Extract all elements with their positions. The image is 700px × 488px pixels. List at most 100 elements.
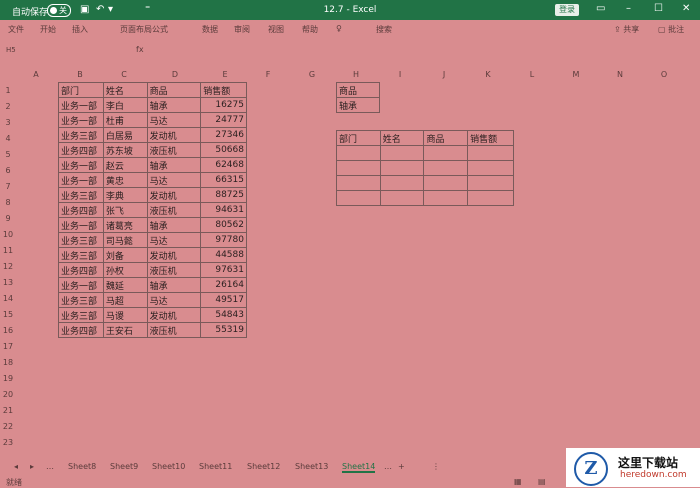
column-header-e[interactable]: E <box>205 70 245 79</box>
sheet-tab[interactable]: Sheet9 <box>110 462 138 471</box>
tab-formulas[interactable]: 公式 <box>152 24 168 35</box>
add-sheet-icon[interactable]: + <box>398 462 405 471</box>
result-cell[interactable] <box>379 145 425 161</box>
sales-cell[interactable]: 业务一部 <box>58 172 104 188</box>
sales-cell[interactable]: 魏延 <box>102 277 148 293</box>
tab-help[interactable]: 帮助 <box>302 24 318 35</box>
tab-data[interactable]: 数据 <box>202 24 218 35</box>
sales-cell[interactable]: 业务三部 <box>58 292 104 308</box>
row-header[interactable]: 11 <box>0 246 16 255</box>
page-layout-icon[interactable]: ▤ <box>538 477 546 486</box>
sheet-tab[interactable]: Sheet8 <box>68 462 96 471</box>
sales-header-cell[interactable]: 商品 <box>146 82 202 98</box>
row-header[interactable]: 23 <box>0 438 16 447</box>
sales-cell[interactable]: 轴承 <box>146 217 202 233</box>
sales-cell[interactable]: 赵云 <box>102 157 148 173</box>
row-header[interactable]: 12 <box>0 262 16 271</box>
sales-cell[interactable]: 张飞 <box>102 202 148 218</box>
sales-cell[interactable]: 马达 <box>146 112 202 128</box>
sales-cell[interactable]: 业务一部 <box>58 112 104 128</box>
more-sheets-icon[interactable]: … <box>384 462 392 471</box>
row-header[interactable]: 5 <box>0 150 16 159</box>
row-header[interactable]: 8 <box>0 198 16 207</box>
tab-page-layout[interactable]: 页面布局 <box>120 24 152 35</box>
row-header[interactable]: 7 <box>0 182 16 191</box>
sales-cell[interactable]: 发动机 <box>146 247 202 263</box>
row-header[interactable]: 4 <box>0 134 16 143</box>
row-header[interactable]: 21 <box>0 406 16 415</box>
row-header[interactable]: 17 <box>0 342 16 351</box>
sales-amount-cell[interactable]: 55319 <box>200 322 247 338</box>
sales-cell[interactable]: 发动机 <box>146 127 202 143</box>
sales-cell[interactable]: 李典 <box>102 187 148 203</box>
result-cell[interactable] <box>379 175 425 191</box>
sales-cell[interactable]: 刘备 <box>102 247 148 263</box>
column-header-m[interactable]: M <box>556 70 596 79</box>
tab-view[interactable]: 视图 <box>268 24 284 35</box>
row-header[interactable]: 2 <box>0 102 16 111</box>
result-cell[interactable] <box>467 145 514 161</box>
sales-amount-cell[interactable]: 62468 <box>200 157 247 173</box>
result-cell[interactable] <box>423 175 469 191</box>
fx-icon[interactable]: fx <box>136 45 144 54</box>
column-header-c[interactable]: C <box>104 70 144 79</box>
sales-cell[interactable]: 液压机 <box>146 142 202 158</box>
sheet-tab[interactable]: Sheet11 <box>199 462 232 471</box>
row-header[interactable]: 13 <box>0 278 16 287</box>
sales-amount-cell[interactable]: 66315 <box>200 172 247 188</box>
sales-cell[interactable]: 液压机 <box>146 322 202 338</box>
sales-cell[interactable]: 液压机 <box>146 202 202 218</box>
result-cell[interactable] <box>379 160 425 176</box>
row-header[interactable]: 18 <box>0 358 16 367</box>
row-header[interactable]: 19 <box>0 374 16 383</box>
lightbulb-icon[interactable]: ♀ <box>336 24 342 33</box>
sales-cell[interactable]: 孙权 <box>102 262 148 278</box>
sales-amount-cell[interactable]: 24777 <box>200 112 247 128</box>
sales-cell[interactable]: 业务三部 <box>58 232 104 248</box>
column-header-b[interactable]: B <box>60 70 100 79</box>
column-header-h[interactable]: H <box>336 70 376 79</box>
sales-cell[interactable]: 诸葛亮 <box>102 217 148 233</box>
sales-cell[interactable]: 业务三部 <box>58 127 104 143</box>
column-header-d[interactable]: D <box>155 70 195 79</box>
sales-cell[interactable]: 业务四部 <box>58 322 104 338</box>
result-cell[interactable] <box>467 175 514 191</box>
result-cell[interactable] <box>423 190 469 206</box>
sales-cell[interactable]: 马达 <box>146 232 202 248</box>
sales-cell[interactable]: 杜甫 <box>102 112 148 128</box>
row-header[interactable]: 10 <box>0 230 16 239</box>
result-header-cell[interactable]: 部门 <box>336 130 381 146</box>
share-button[interactable]: ⇪ 共享 <box>614 24 639 35</box>
column-header-g[interactable]: G <box>292 70 332 79</box>
tab-insert[interactable]: 插入 <box>72 24 88 35</box>
sales-cell[interactable]: 业务一部 <box>58 97 104 113</box>
result-cell[interactable] <box>336 145 381 161</box>
column-header-l[interactable]: L <box>512 70 552 79</box>
row-header[interactable]: 16 <box>0 326 16 335</box>
column-header-k[interactable]: K <box>468 70 508 79</box>
sales-cell[interactable]: 业务一部 <box>58 277 104 293</box>
maximize-icon[interactable]: ☐ <box>654 3 663 14</box>
sales-cell[interactable]: 发动机 <box>146 307 202 323</box>
tab-review[interactable]: 审阅 <box>234 24 250 35</box>
result-cell[interactable] <box>467 160 514 176</box>
sales-cell[interactable]: 马达 <box>146 292 202 308</box>
result-cell[interactable] <box>467 190 514 206</box>
sales-cell[interactable]: 王安石 <box>102 322 148 338</box>
sales-cell[interactable]: 白居易 <box>102 127 148 143</box>
sales-amount-cell[interactable]: 97631 <box>200 262 247 278</box>
sales-amount-cell[interactable]: 16275 <box>200 97 247 113</box>
row-header[interactable]: 6 <box>0 166 16 175</box>
result-cell[interactable] <box>379 190 425 206</box>
sheet-tab[interactable]: Sheet12 <box>247 462 280 471</box>
sales-cell[interactable]: 司马懿 <box>102 232 148 248</box>
column-header-o[interactable]: O <box>644 70 684 79</box>
result-cell[interactable] <box>336 175 381 191</box>
sales-amount-cell[interactable]: 27346 <box>200 127 247 143</box>
sheet-tab[interactable]: Sheet10 <box>152 462 185 471</box>
scroll-handle-icon[interactable]: ⋮ <box>432 462 440 471</box>
sales-cell[interactable]: 李白 <box>102 97 148 113</box>
sales-amount-cell[interactable]: 54843 <box>200 307 247 323</box>
result-cell[interactable] <box>336 160 381 176</box>
ribbon-options-icon[interactable]: ▭ <box>596 3 605 14</box>
